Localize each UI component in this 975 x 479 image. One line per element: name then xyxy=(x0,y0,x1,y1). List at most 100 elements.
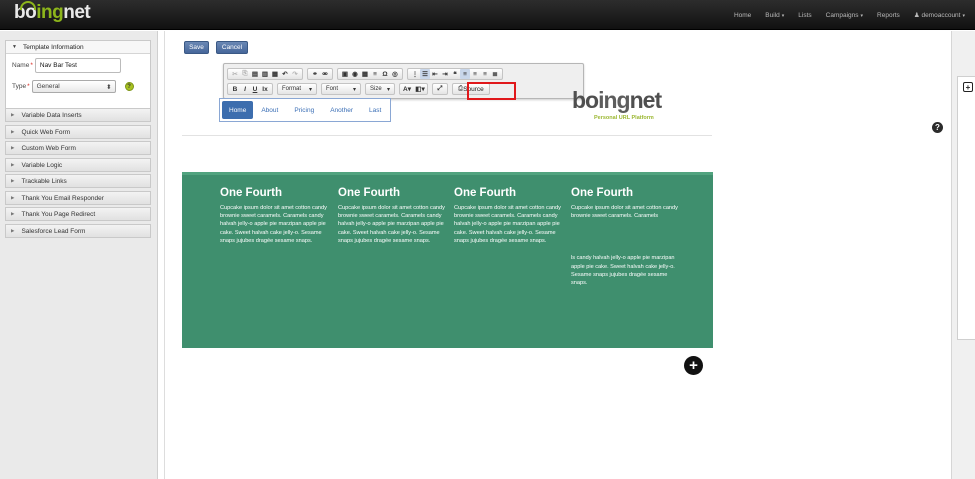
special-char-icon[interactable]: Ω xyxy=(380,69,390,79)
chevron-down-icon: ▾ xyxy=(962,13,965,19)
name-field-row: Name * xyxy=(12,58,121,73)
blockquote-icon[interactable]: ❝ xyxy=(450,69,460,79)
column-text: Cupcake ipsum dolor sit amet cotton cand… xyxy=(571,205,678,220)
sidebar-item-thank-you-page-redirect[interactable]: ▶ Thank You Page Redirect xyxy=(5,207,151,221)
paste-icon[interactable]: ▤ xyxy=(250,69,260,79)
unlink-icon[interactable]: ⚮ xyxy=(320,69,330,79)
nav-home[interactable]: Home xyxy=(734,12,751,19)
nav-preview-pricing[interactable]: Pricing xyxy=(286,101,322,119)
sidebar-item-salesforce-lead-form[interactable]: ▶ Salesforce Lead Form xyxy=(5,224,151,238)
nav-reports[interactable]: Reports xyxy=(877,12,900,19)
help-icon[interactable]: ? xyxy=(124,82,134,91)
text-color-icon[interactable]: A▾ xyxy=(402,84,412,94)
sidebar-item-trackable-links[interactable]: ▶ Trackable Links xyxy=(5,174,151,188)
column-heading: One Fourth xyxy=(220,187,282,199)
text-style-group: B I U Ix xyxy=(227,83,273,95)
four-column-section[interactable]: One Fourth Cupcake ipsum dolor sit amet … xyxy=(182,172,713,348)
chevron-down-icon: ▾ xyxy=(386,86,390,93)
save-button[interactable]: Save xyxy=(184,41,209,54)
question-circle-icon[interactable]: ? xyxy=(932,122,943,133)
plus-square-icon[interactable]: + xyxy=(963,82,973,92)
triangle-right-icon: ▶ xyxy=(11,211,15,216)
cut-icon[interactable]: ✂ xyxy=(230,69,240,79)
align-justify-icon[interactable]: ≣ xyxy=(490,69,500,79)
rich-text-toolbar: ✂ ⎘ ▤ ▥ ▦ ↶ ↷ ⚭ ⚮ ▣ ◉ ▦ ≡ Ω ◎ ⋮ ☰ ⇤ ⇥ ❝ … xyxy=(223,63,584,99)
insert-group: ▣ ◉ ▦ ≡ Ω ◎ xyxy=(337,68,403,80)
maximize-group: ⤢ xyxy=(432,83,448,95)
logo-tagline: Personal URL Platform xyxy=(594,115,654,121)
column-1: One Fourth Cupcake ipsum dolor sit amet … xyxy=(220,187,328,245)
indent-icon[interactable]: ⇥ xyxy=(440,69,450,79)
triangle-right-icon: ▶ xyxy=(11,112,15,117)
name-input[interactable] xyxy=(34,58,121,73)
column-2: One Fourth Cupcake ipsum dolor sit amet … xyxy=(338,187,446,245)
column-text: Cupcake ipsum dolor sit amet cotton cand… xyxy=(454,205,561,244)
boingnet-logo[interactable]: boingnet xyxy=(14,1,91,28)
iframe-icon[interactable]: ◎ xyxy=(390,69,400,79)
maximize-icon[interactable]: ⤢ xyxy=(435,84,445,94)
column-heading: One Fourth xyxy=(571,187,633,199)
column-text: Cupcake ipsum dolor sit amet cotton cand… xyxy=(220,205,327,244)
top-nav-menu: Home Build ▾ Lists Campaigns ▾ Reports ♟ d… xyxy=(720,0,965,30)
link-icon[interactable]: ⚭ xyxy=(310,69,320,79)
nav-lists[interactable]: Lists xyxy=(798,12,811,19)
add-block-plus-icon[interactable]: + xyxy=(684,356,703,375)
nav-preview-home[interactable]: Home xyxy=(222,101,254,119)
sidebar-item-variable-data-inserts[interactable]: ▶ Variable Data Inserts xyxy=(5,108,151,122)
paste-word-icon[interactable]: ▦ xyxy=(270,69,280,79)
format-dropdown[interactable]: Format ▾ xyxy=(277,83,317,95)
table-icon[interactable]: ▦ xyxy=(360,69,370,79)
flash-icon[interactable]: ◉ xyxy=(350,69,360,79)
paste-text-icon[interactable]: ▥ xyxy=(260,69,270,79)
horizontal-line-icon[interactable]: ≡ xyxy=(370,69,380,79)
toolbar-row-2: B I U Ix Format ▾ Font ▾ Size ▾ A▾ ◧▾ ⤢ ⎙ S… xyxy=(227,83,494,95)
font-dropdown[interactable]: Font ▾ xyxy=(321,83,361,95)
underline-icon[interactable]: U xyxy=(250,84,260,94)
nav-build[interactable]: Build ▾ xyxy=(765,12,784,19)
top-navbar: boingnet Home Build ▾ Lists Campaigns ▾ Re… xyxy=(0,0,975,30)
cancel-button[interactable]: Cancel xyxy=(216,41,248,54)
triangle-right-icon: ▶ xyxy=(11,162,15,167)
sidebar-item-quick-web-form[interactable]: ▶ Quick Web Form xyxy=(5,125,151,139)
bg-color-icon[interactable]: ◧▾ xyxy=(415,84,425,94)
triangle-right-icon: ▶ xyxy=(11,129,15,134)
nav-account[interactable]: ♟ demoaccount ▾ xyxy=(914,11,965,19)
nav-preview-last[interactable]: Last xyxy=(361,101,389,119)
align-right-icon[interactable]: ≡ xyxy=(480,69,490,79)
remove-format-icon[interactable]: Ix xyxy=(260,84,270,94)
copy-icon[interactable]: ⎘ xyxy=(240,69,250,79)
triangle-right-icon: ▶ xyxy=(11,228,15,233)
canvas-boingnet-logo: boingnet Personal URL Platform xyxy=(572,87,662,121)
italic-icon[interactable]: I xyxy=(240,84,250,94)
redo-icon[interactable]: ↷ xyxy=(290,69,300,79)
type-select[interactable]: General ⬍ xyxy=(31,80,116,93)
chevron-down-icon: ▾ xyxy=(781,12,785,19)
align-center-icon[interactable]: ≡ xyxy=(470,69,480,79)
bold-icon[interactable]: B xyxy=(230,84,240,94)
column-4: One Fourth Cupcake ipsum dolor sit amet … xyxy=(571,187,679,287)
nav-preview-about[interactable]: About xyxy=(253,101,286,119)
sidebar-item-custom-web-form[interactable]: ▶ Custom Web Form xyxy=(5,141,151,155)
align-left-icon[interactable]: ≡ xyxy=(460,69,470,79)
toolbar-row-1: ✂ ⎘ ▤ ▥ ▦ ↶ ↷ ⚭ ⚮ ▣ ◉ ▦ ≡ Ω ◎ ⋮ ☰ ⇤ ⇥ ❝ … xyxy=(227,68,507,80)
nav-bar-preview: Home About Pricing Another Last xyxy=(219,98,391,122)
sidebar-item-thank-you-email-responder[interactable]: ▶ Thank You Email Responder xyxy=(5,191,151,205)
triangle-right-icon: ▶ xyxy=(11,195,15,200)
nav-campaigns[interactable]: Campaigns ▾ xyxy=(826,12,863,19)
chevron-down-icon: ▾ xyxy=(308,86,312,93)
sidebar-item-variable-logic[interactable]: ▶ Variable Logic xyxy=(5,158,151,172)
size-dropdown[interactable]: Size ▾ xyxy=(365,83,395,95)
chevron-down-icon: ▾ xyxy=(860,12,864,19)
numbered-list-icon[interactable]: ⋮ xyxy=(410,69,420,79)
image-icon[interactable]: ▣ xyxy=(340,69,350,79)
list-group: ⋮ ☰ ⇤ ⇥ ❝ ≡ ≡ ≡ ≣ xyxy=(407,68,503,80)
triangle-right-icon: ▶ xyxy=(11,178,15,183)
bulleted-list-icon[interactable]: ☰ xyxy=(420,69,430,79)
outdent-icon[interactable]: ⇤ xyxy=(430,69,440,79)
undo-icon[interactable]: ↶ xyxy=(280,69,290,79)
nav-preview-another[interactable]: Another xyxy=(322,101,361,119)
logo-arc-icon xyxy=(20,1,36,10)
panel-header-template-information[interactable]: ▼ Template Information xyxy=(6,41,150,54)
chevron-down-icon: ▾ xyxy=(352,86,356,93)
left-sidebar: ▼ Template Information Name* Type* Gener… xyxy=(0,31,158,479)
